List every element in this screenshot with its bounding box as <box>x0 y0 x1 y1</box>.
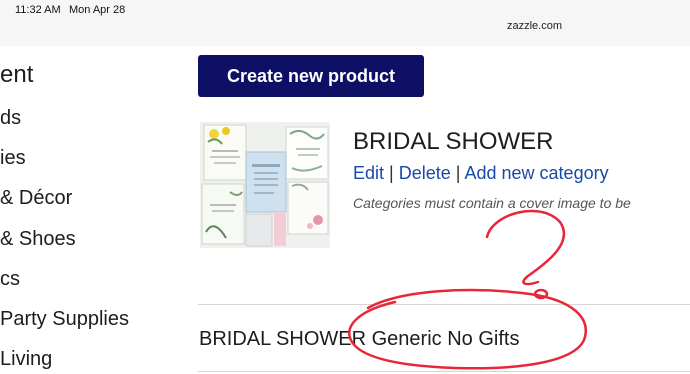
category-cover-image[interactable] <box>200 122 330 248</box>
sidebar-heading: ent <box>0 61 34 88</box>
sidebar-item-cards[interactable]: ds <box>0 107 21 130</box>
subcategory-title[interactable]: BRIDAL SHOWER Generic No Gifts <box>199 328 519 351</box>
cover-image-note: Categories must contain a cover image to… <box>353 195 631 211</box>
create-new-product-button[interactable]: Create new product <box>198 55 424 97</box>
category-title: BRIDAL SHOWER <box>353 128 554 155</box>
address-bar-url[interactable]: zazzle.com <box>507 20 562 32</box>
status-time: 11:32 AM <box>15 4 61 16</box>
question-mark-annotation <box>485 209 566 300</box>
sidebar-item-party-supplies[interactable]: Party Supplies <box>0 308 129 331</box>
separator: | <box>389 163 394 183</box>
sidebar-item-home-decor[interactable]: & Décor <box>0 187 72 210</box>
delete-link[interactable]: Delete <box>399 163 451 183</box>
add-new-category-link[interactable]: Add new category <box>465 163 609 183</box>
status-bar: 11:32 AM Mon Apr 28 zazzle.com <box>0 0 690 46</box>
status-date: Mon Apr 28 <box>69 4 126 16</box>
cover-collage-graphic <box>200 122 330 248</box>
sidebar-item-clothing-shoes[interactable]: & Shoes <box>0 228 76 251</box>
category-actions: Edit | Delete | Add new category <box>353 163 609 184</box>
divider <box>198 304 690 305</box>
separator: | <box>455 163 461 183</box>
sidebar-item-living[interactable]: Living <box>0 348 52 371</box>
edit-link[interactable]: Edit <box>353 163 384 183</box>
divider <box>198 371 690 372</box>
sidebar-item-electronics[interactable]: cs <box>0 268 20 291</box>
sidebar-item-parties[interactable]: ies <box>0 147 26 170</box>
